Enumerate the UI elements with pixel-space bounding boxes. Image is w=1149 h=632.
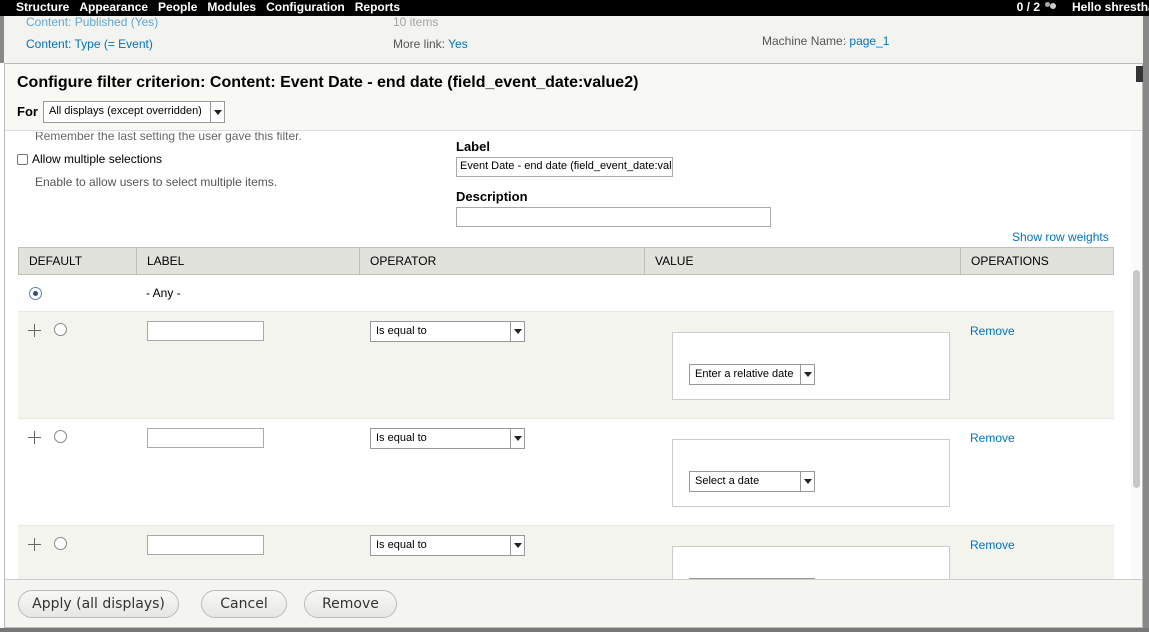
column-header-value: VALUE: [645, 248, 961, 274]
table-row: Is equal to Select a date Remove: [18, 419, 1114, 526]
table-row-any: - Any -: [18, 275, 1114, 312]
description-input[interactable]: [456, 207, 771, 227]
allow-multiple-option[interactable]: Allow multiple selections: [17, 152, 162, 166]
value-type-value: Enter a relative date: [695, 368, 794, 380]
menu-item-modules[interactable]: Modules: [205, 0, 264, 14]
allow-multiple-description: Enable to allow users to select multiple…: [35, 175, 278, 189]
grouped-filters-table: DEFAULT LABEL OPERATOR VALUE OPERATIONS …: [18, 247, 1114, 579]
description-heading: Description: [456, 189, 528, 204]
column-header-label: LABEL: [137, 248, 360, 274]
filter-published-link[interactable]: Content: Published (Yes): [26, 11, 158, 33]
items-setting: 10 items: [393, 15, 439, 29]
dialog-header: Configure filter criterion: Content: Eve…: [5, 64, 1144, 131]
label-heading: Label: [456, 139, 490, 154]
remove-row-link[interactable]: Remove: [970, 324, 1015, 338]
dialog-scroll-area[interactable]: Remember the last setting the user gave …: [5, 132, 1142, 579]
menu-item-people[interactable]: People: [156, 0, 205, 14]
column-header-operations: OPERATIONS: [971, 254, 1049, 268]
group-label-input[interactable]: [147, 535, 264, 555]
operator-select[interactable]: Is equal to: [370, 428, 525, 449]
remove-row-link[interactable]: Remove: [970, 431, 1015, 445]
user-greeting-link[interactable]: Hello shrestha: [1072, 0, 1149, 14]
show-row-weights-link[interactable]: Show row weights: [1012, 230, 1109, 244]
chevron-down-icon: [800, 365, 814, 384]
value-container: Enter a relative date: [672, 332, 950, 400]
dialog-scrollbar[interactable]: [1131, 132, 1141, 579]
default-radio[interactable]: [54, 537, 67, 550]
scrollbar-thumb[interactable]: [1133, 270, 1140, 488]
table-row: Is equal to Enter a relative date Remove: [18, 312, 1114, 419]
default-radio[interactable]: [54, 323, 67, 336]
for-displays-select[interactable]: All displays (except overridden): [43, 101, 225, 123]
chevron-down-icon: [510, 429, 524, 448]
group-label-input[interactable]: [147, 321, 264, 341]
table-row: Is equal to Remove: [18, 526, 1114, 579]
filter-criteria-list: Content: Published (Yes) Content: Type (…: [26, 15, 158, 55]
default-radio[interactable]: [54, 430, 67, 443]
group-label-input[interactable]: [147, 428, 264, 448]
pager-settings: 10 items More link: Yes: [393, 15, 468, 55]
overlay-shade-right: [1143, 16, 1149, 63]
admin-toolbar: Structure Appearance People Modules Conf…: [0, 0, 1149, 16]
machine-name-value[interactable]: page_1: [849, 34, 889, 48]
toolbar-user-area: 0 / 2 Hello shrestha: [1017, 0, 1149, 14]
overlay-shade-left: [0, 16, 4, 63]
allow-multiple-label: Allow multiple selections: [32, 152, 163, 166]
overlay-shade-bottom: [0, 628, 1149, 632]
operator-value: Is equal to: [376, 539, 427, 551]
chevron-down-icon: [510, 322, 524, 341]
column-header-default: DEFAULT: [19, 248, 137, 274]
chevron-down-icon: [510, 536, 524, 555]
drag-handle-icon[interactable]: [28, 538, 41, 551]
default-radio-any[interactable]: [29, 287, 42, 300]
remove-button[interactable]: Remove: [304, 590, 397, 618]
more-link-label: More link:: [393, 37, 446, 51]
remove-row-link[interactable]: Remove: [970, 538, 1015, 552]
chevron-down-icon: [210, 102, 224, 122]
drag-handle-icon[interactable]: [28, 431, 41, 444]
menu-item-configuration[interactable]: Configuration: [264, 0, 353, 14]
for-displays-value: All displays (except overridden): [49, 105, 202, 117]
operator-select[interactable]: Is equal to: [370, 321, 525, 342]
value-container: [672, 546, 950, 579]
background-page: Content: Published (Yes) Content: Type (…: [0, 15, 1149, 63]
filter-type-link[interactable]: Content: Type (= Event): [26, 33, 158, 55]
overlay-shade-right-strip: [1143, 63, 1149, 628]
value-type-select[interactable]: Enter a relative date: [689, 364, 815, 385]
apply-button[interactable]: Apply (all displays): [18, 590, 179, 618]
machine-name-label: Machine Name:: [762, 34, 847, 48]
drag-handle-icon[interactable]: [28, 324, 41, 337]
machine-name-setting: Machine Name: page_1: [762, 34, 889, 48]
users-online-count: 0 / 2: [1016, 0, 1040, 14]
cancel-button[interactable]: Cancel: [201, 590, 287, 618]
more-link-value[interactable]: Yes: [448, 37, 468, 51]
any-label: - Any -: [146, 286, 181, 300]
operator-value: Is equal to: [376, 325, 427, 337]
value-container: Select a date: [672, 439, 950, 507]
chevron-down-icon: [800, 472, 814, 491]
label-input[interactable]: Event Date - end date (field_event_date:…: [456, 157, 673, 177]
value-type-value: Select a date: [695, 475, 760, 487]
operator-select[interactable]: Is equal to: [370, 535, 525, 556]
allow-multiple-checkbox[interactable]: [17, 153, 28, 165]
dialog-title: Configure filter criterion: Content: Eve…: [17, 74, 639, 91]
value-type-select[interactable]: Select a date: [689, 471, 815, 492]
table-header: DEFAULT LABEL OPERATOR VALUE OPERATIONS: [18, 247, 1114, 275]
column-header-operator: OPERATOR: [360, 248, 645, 274]
for-label: For: [17, 104, 38, 119]
operator-value: Is equal to: [376, 432, 427, 444]
filter-config-dialog: Configure filter criterion: Content: Eve…: [4, 63, 1144, 628]
dialog-footer: Apply (all displays) Cancel Remove: [5, 579, 1142, 627]
remember-description: Remember the last setting the user gave …: [35, 132, 302, 143]
people-icon: [1044, 1, 1058, 13]
